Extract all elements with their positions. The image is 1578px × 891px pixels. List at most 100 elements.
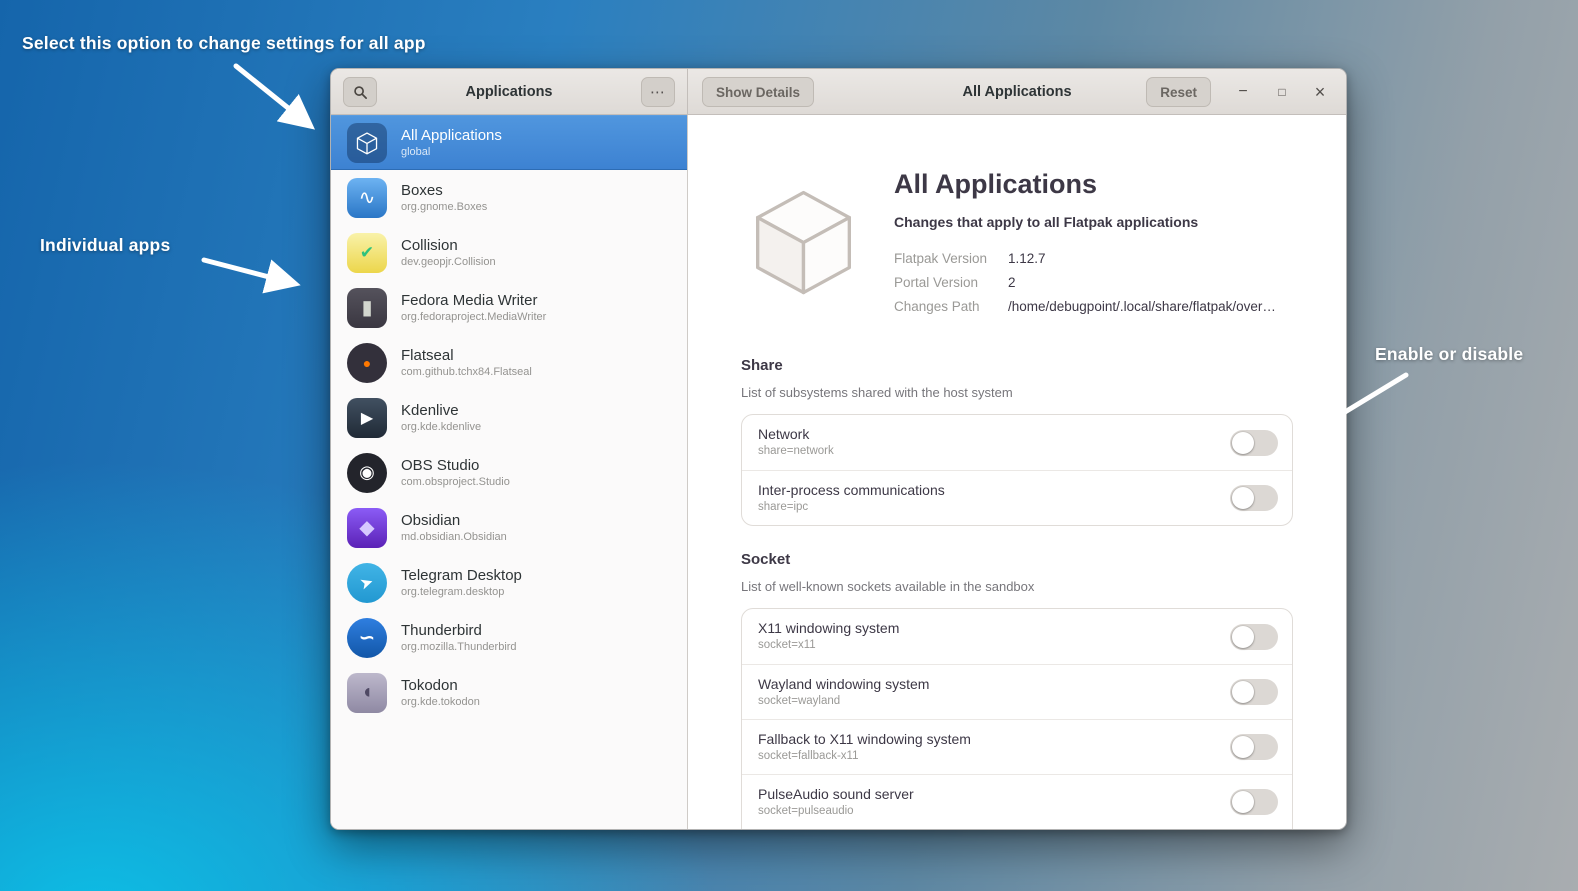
permission-detail: socket=x11 — [758, 639, 1276, 651]
app-id: org.mozilla.Thunderbird — [401, 641, 517, 653]
detail-flatpak-version: Flatpak Version 1.12.7 — [894, 246, 1276, 270]
app-text: Thunderbird org.mozilla.Thunderbird — [401, 622, 517, 653]
sidebar-item-all-applications[interactable]: All Applications global — [331, 115, 687, 170]
app-id: org.gnome.Boxes — [401, 201, 487, 213]
obs-studio-app-icon: ◉ — [347, 453, 387, 493]
flatseal-glyph: ● — [363, 355, 371, 371]
permission-detail: share=network — [758, 445, 1276, 457]
sidebar-item-boxes[interactable]: ∿ Boxes org.gnome.Boxes — [331, 170, 687, 225]
thunderbird-glyph: ∽ — [359, 625, 376, 650]
toggle-knob — [1232, 626, 1254, 648]
reset-button[interactable]: Reset — [1146, 77, 1211, 107]
sidebar-item-flatseal[interactable]: ● Flatseal com.github.tchx84.Flatseal — [331, 335, 687, 390]
all-applications-icon — [347, 123, 387, 163]
share-permissions-card: Network share=network Inter-process comm… — [741, 414, 1293, 526]
menu-button[interactable]: ⋯ — [641, 77, 675, 107]
section-title-socket: Socket — [741, 551, 790, 568]
obsidian-glyph: ◆ — [359, 515, 374, 540]
app-id: com.obsproject.Studio — [401, 476, 510, 488]
minimize-button[interactable]: − — [1228, 77, 1258, 107]
close-button[interactable]: × — [1305, 77, 1335, 107]
page-title: All Applications — [894, 169, 1097, 200]
app-name: Fedora Media Writer — [401, 292, 546, 309]
app-id: org.fedoraproject.MediaWriter — [401, 311, 546, 323]
obsidian-app-icon: ◆ — [347, 508, 387, 548]
app-name: OBS Studio — [401, 457, 510, 474]
toggle-knob — [1232, 681, 1254, 703]
pulseaudio-toggle[interactable] — [1230, 789, 1278, 815]
permission-name: Fallback to X11 windowing system — [758, 731, 1276, 747]
x11-toggle[interactable] — [1230, 624, 1278, 650]
toggle-knob — [1232, 736, 1254, 758]
app-text: Telegram Desktop org.telegram.desktop — [401, 567, 522, 598]
sidebar-item-obs-studio[interactable]: ◉ OBS Studio com.obsproject.Studio — [331, 445, 687, 500]
app-text: Obsidian md.obsidian.Obsidian — [401, 512, 507, 543]
telegram-glyph: ➤ — [358, 571, 377, 594]
section-title-share: Share — [741, 357, 783, 374]
permission-row-network: Network share=network — [742, 415, 1292, 470]
tokodon-glyph: ◖ — [361, 681, 373, 704]
app-text: Flatseal com.github.tchx84.Flatseal — [401, 347, 532, 378]
sidebar-item-thunderbird[interactable]: ∽ Thunderbird org.mozilla.Thunderbird — [331, 610, 687, 665]
app-text: Kdenlive org.kde.kdenlive — [401, 402, 481, 433]
arrow-to-all-applications — [236, 66, 308, 124]
permission-name: PulseAudio sound server — [758, 786, 1276, 802]
detail-value: /home/debugpoint/.local/share/flatpak/ov… — [1008, 299, 1276, 314]
app-id: org.kde.tokodon — [401, 696, 480, 708]
app-name: All Applications — [401, 127, 502, 144]
permission-detail: share=ipc — [758, 501, 1276, 513]
app-name: Tokodon — [401, 677, 480, 694]
sidebar-item-tokodon[interactable]: ◖ Tokodon org.kde.tokodon — [331, 665, 687, 720]
fedora-media-writer-app-icon: ▮ — [347, 288, 387, 328]
flatseal-window: Applications ⋯ Show Details All Applicat… — [330, 68, 1347, 830]
detail-label: Flatpak Version — [894, 251, 1008, 266]
sidebar-item-obsidian[interactable]: ◆ Obsidian md.obsidian.Obsidian — [331, 500, 687, 555]
detail-value: 2 — [1008, 275, 1016, 290]
collision-app-icon: ✔ — [347, 233, 387, 273]
collision-glyph: ✔ — [360, 243, 374, 263]
maximize-button[interactable]: □ — [1267, 77, 1297, 107]
ipc-toggle[interactable] — [1230, 485, 1278, 511]
permission-detail: socket=pulseaudio — [758, 805, 1276, 817]
socket-permissions-card: X11 windowing system socket=x11 Wayland … — [741, 608, 1293, 830]
boxes-app-icon: ∿ — [347, 178, 387, 218]
kdenlive-app-icon: ▶ — [347, 398, 387, 438]
permissions-panel: All Applications Changes that apply to a… — [688, 115, 1346, 829]
boxes-glyph: ∿ — [359, 185, 376, 210]
annotation-enable-disable: Enable or disable — [1375, 344, 1523, 365]
section-desc-share: List of subsystems shared with the host … — [741, 385, 1013, 400]
annotation-select-all: Select this option to change settings fo… — [22, 33, 426, 54]
obs-glyph: ◉ — [359, 462, 375, 483]
permission-detail: socket=fallback-x11 — [758, 750, 1276, 762]
app-name: Boxes — [401, 182, 487, 199]
close-icon: × — [1315, 82, 1326, 103]
detail-label: Portal Version — [894, 275, 1008, 290]
app-text: Fedora Media Writer org.fedoraproject.Me… — [401, 292, 546, 323]
permission-name: Network — [758, 426, 1276, 442]
app-id: org.kde.kdenlive — [401, 421, 481, 433]
app-id: org.telegram.desktop — [401, 586, 522, 598]
app-name: Thunderbird — [401, 622, 517, 639]
network-toggle[interactable] — [1230, 430, 1278, 456]
app-text: OBS Studio com.obsproject.Studio — [401, 457, 510, 488]
sidebar-item-kdenlive[interactable]: ▶ Kdenlive org.kde.kdenlive — [331, 390, 687, 445]
app-name: Obsidian — [401, 512, 507, 529]
all-applications-large-icon — [741, 178, 866, 308]
kdenlive-glyph: ▶ — [361, 408, 373, 428]
permission-name: Wayland windowing system — [758, 676, 1276, 692]
permission-name: Inter-process communications — [758, 482, 1276, 498]
wayland-toggle[interactable] — [1230, 679, 1278, 705]
sidebar-title: Applications — [331, 69, 687, 114]
fallback-x11-toggle[interactable] — [1230, 734, 1278, 760]
sidebar-item-telegram-desktop[interactable]: ➤ Telegram Desktop org.telegram.desktop — [331, 555, 687, 610]
sidebar-item-fedora-media-writer[interactable]: ▮ Fedora Media Writer org.fedoraproject.… — [331, 280, 687, 335]
app-sidebar: All Applications global ∿ Boxes org.gnom… — [331, 115, 688, 829]
toggle-knob — [1232, 791, 1254, 813]
section-desc-socket: List of well-known sockets available in … — [741, 579, 1034, 594]
arrow-to-app-list — [204, 260, 292, 283]
app-name: Kdenlive — [401, 402, 481, 419]
detail-label: Changes Path — [894, 299, 1008, 314]
permission-row-ipc: Inter-process communications share=ipc — [742, 470, 1292, 525]
app-text: Collision dev.geopjr.Collision — [401, 237, 496, 268]
sidebar-item-collision[interactable]: ✔ Collision dev.geopjr.Collision — [331, 225, 687, 280]
